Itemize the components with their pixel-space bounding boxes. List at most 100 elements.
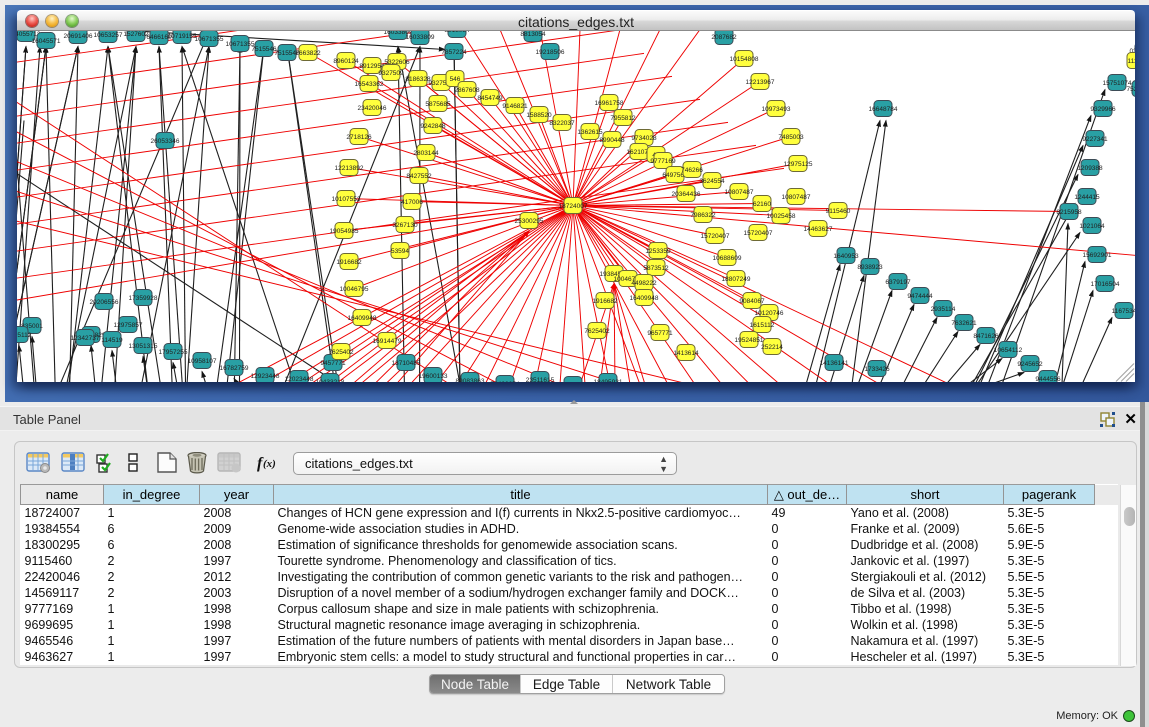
svg-text:18724007: 18724007 bbox=[559, 202, 588, 209]
svg-text:10025458: 10025458 bbox=[767, 212, 796, 219]
svg-text:4498222: 4498222 bbox=[631, 279, 657, 286]
svg-text:19600133: 19600133 bbox=[419, 372, 448, 379]
svg-text:53594: 53594 bbox=[391, 247, 409, 254]
svg-text:2935114: 2935114 bbox=[931, 305, 956, 312]
svg-text:10807487: 10807487 bbox=[782, 193, 811, 200]
svg-text:1640953: 1640953 bbox=[833, 252, 859, 259]
svg-text:16409948: 16409948 bbox=[630, 294, 659, 301]
svg-text:19054985: 19054985 bbox=[330, 227, 359, 234]
svg-text:10719155: 10719155 bbox=[168, 32, 197, 39]
svg-text:15720407: 15720407 bbox=[701, 232, 730, 239]
svg-text:9327509: 9327509 bbox=[378, 69, 404, 76]
svg-text:12023448: 12023448 bbox=[285, 375, 314, 381]
svg-text:8813054: 8813054 bbox=[520, 31, 546, 38]
svg-text:546: 546 bbox=[450, 75, 461, 82]
svg-text:12342737: 12342737 bbox=[71, 334, 100, 341]
svg-text:7625402: 7625402 bbox=[584, 327, 610, 334]
svg-text:17359928: 17359928 bbox=[129, 294, 158, 301]
svg-text:1021064: 1021064 bbox=[1079, 222, 1105, 229]
svg-text:79402654: 79402654 bbox=[491, 380, 520, 381]
svg-text:7485003: 7485003 bbox=[778, 133, 804, 140]
svg-text:1244415: 1244415 bbox=[1074, 193, 1100, 200]
svg-text:7955812: 7955812 bbox=[610, 114, 636, 121]
svg-text:20206556: 20206556 bbox=[90, 298, 119, 305]
svg-text:1362615: 1362615 bbox=[577, 128, 603, 135]
svg-text:12923448: 12923448 bbox=[251, 372, 280, 379]
svg-text:9657771: 9657771 bbox=[647, 329, 673, 336]
svg-text:1733426: 1733426 bbox=[864, 365, 890, 372]
svg-text:1413614: 1413614 bbox=[673, 349, 699, 356]
svg-text:2867608: 2867608 bbox=[454, 86, 480, 93]
svg-text:20364436: 20364436 bbox=[672, 190, 701, 197]
svg-text:1527602: 1527602 bbox=[123, 31, 149, 38]
svg-text:8960124: 8960124 bbox=[333, 57, 359, 64]
svg-text:8813054: 8813054 bbox=[444, 31, 470, 34]
svg-text:14463627: 14463627 bbox=[804, 225, 833, 232]
svg-text:26053346: 26053346 bbox=[151, 137, 180, 144]
svg-text:13051315: 13051315 bbox=[129, 342, 158, 349]
svg-text:7515546: 7515546 bbox=[251, 45, 277, 52]
svg-text:15692901: 15692901 bbox=[1083, 251, 1112, 258]
svg-text:16648784: 16648784 bbox=[869, 105, 898, 112]
svg-text:5873512: 5873512 bbox=[643, 264, 669, 271]
svg-text:8454749: 8454749 bbox=[477, 94, 503, 101]
svg-text:114519: 114519 bbox=[101, 336, 123, 343]
svg-text:23420046: 23420046 bbox=[358, 104, 387, 111]
svg-text:12975857: 12975857 bbox=[114, 321, 143, 328]
svg-text:1253359: 1253359 bbox=[645, 247, 671, 254]
svg-text:9734028: 9734028 bbox=[631, 134, 657, 141]
svg-text:(x): (x) bbox=[263, 458, 276, 470]
svg-text:2087682: 2087682 bbox=[711, 33, 737, 40]
svg-text:5875685: 5875685 bbox=[425, 100, 451, 107]
svg-text:9245652: 9245652 bbox=[1017, 360, 1043, 367]
svg-text:9915112: 9915112 bbox=[17, 331, 32, 338]
svg-text:9777169: 9777169 bbox=[650, 157, 676, 164]
svg-text:7986322: 7986322 bbox=[690, 211, 716, 218]
svg-text:9474444: 9474444 bbox=[907, 292, 933, 299]
svg-text:1209388: 1209388 bbox=[1077, 164, 1103, 171]
svg-text:10671355: 10671355 bbox=[195, 35, 224, 42]
svg-text:10958107: 10958107 bbox=[188, 357, 217, 364]
svg-text:8186328: 8186328 bbox=[405, 75, 431, 82]
svg-text:16543362: 16543362 bbox=[355, 80, 384, 87]
svg-text:8215958: 8215958 bbox=[1056, 208, 1082, 215]
svg-text:1916682: 1916682 bbox=[336, 258, 362, 265]
svg-text:10688609: 10688609 bbox=[713, 254, 742, 261]
svg-text:75255341: 75255341 bbox=[1127, 85, 1135, 92]
svg-text:12213892: 12213892 bbox=[335, 164, 364, 171]
svg-text:8938923: 8938923 bbox=[857, 263, 883, 270]
svg-text:9444556: 9444556 bbox=[1035, 375, 1061, 381]
svg-text:9242848: 9242848 bbox=[420, 122, 446, 129]
svg-text:10154808: 10154808 bbox=[730, 55, 759, 62]
svg-text:17957255: 17957255 bbox=[159, 348, 188, 355]
svg-text:9146821: 9146821 bbox=[502, 102, 528, 109]
svg-text:10653257: 10653257 bbox=[94, 31, 123, 38]
svg-text:1916682: 1916682 bbox=[592, 297, 618, 304]
svg-text:3267130: 3267130 bbox=[392, 221, 418, 228]
svg-text:10107553: 10107553 bbox=[332, 195, 361, 202]
svg-text:13710485: 13710485 bbox=[392, 359, 421, 366]
svg-text:7663822: 7663822 bbox=[295, 49, 321, 56]
svg-text:16409948: 16409948 bbox=[348, 314, 377, 321]
svg-text:14136141: 14136141 bbox=[820, 359, 849, 366]
svg-text:7632621: 7632621 bbox=[951, 319, 977, 326]
svg-text:9084067: 9084067 bbox=[739, 297, 765, 304]
svg-text:10120746: 10120746 bbox=[755, 309, 784, 316]
svg-text:15720407: 15720407 bbox=[744, 229, 773, 236]
svg-text:12213967: 12213967 bbox=[746, 78, 775, 85]
svg-text:62160: 62160 bbox=[753, 200, 771, 207]
svg-text:1588520: 1588520 bbox=[526, 111, 552, 118]
svg-text:8427552: 8427552 bbox=[406, 172, 432, 179]
svg-text:16961758: 16961758 bbox=[595, 99, 624, 106]
svg-text:746266: 746266 bbox=[681, 166, 703, 173]
svg-text:16045571: 16045571 bbox=[32, 37, 61, 44]
svg-text:89083863: 89083863 bbox=[456, 377, 485, 381]
svg-text:19218506: 19218506 bbox=[536, 48, 565, 55]
svg-text:252214: 252214 bbox=[761, 343, 783, 350]
svg-text:10433218: 10433218 bbox=[316, 378, 345, 381]
svg-text:1167534: 1167534 bbox=[1112, 307, 1135, 314]
svg-text:11123: 11123 bbox=[1127, 57, 1135, 64]
svg-text:9115460: 9115460 bbox=[826, 207, 851, 214]
svg-text:25300295: 25300295 bbox=[515, 217, 544, 224]
svg-text:8322037: 8322037 bbox=[549, 119, 575, 126]
